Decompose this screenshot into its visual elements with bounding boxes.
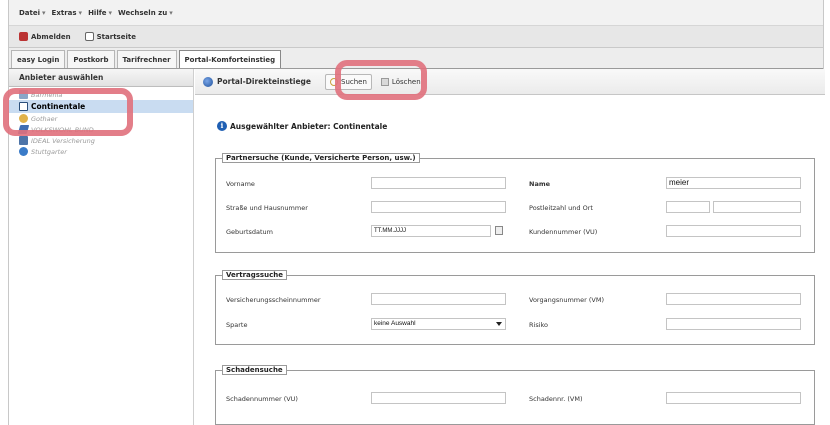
- selected-provider-text: Ausgewählter Anbieter: Continentale: [230, 121, 388, 131]
- schadennummer-vm-label: Schadennr. (VM): [529, 395, 583, 403]
- home-icon: [84, 32, 94, 41]
- clear-label: Löschen: [391, 77, 421, 86]
- search-button[interactable]: Suchen: [325, 73, 372, 90]
- sidebar-item-ideal[interactable]: IDEAL Versicherung: [9, 135, 193, 146]
- partner-search-section: Partnersuche (Kunde, Versicherte Person,…: [215, 153, 815, 253]
- tab-easy-login[interactable]: easy Login: [11, 50, 66, 68]
- search-form: i Ausgewählter Anbieter: Continentale Pa…: [195, 95, 825, 425]
- name-input[interactable]: meier: [666, 177, 801, 189]
- schadennummer-vm-input[interactable]: [666, 392, 801, 404]
- sparte-selected-value: keine Auswahl: [374, 320, 416, 327]
- strasse-input[interactable]: [371, 201, 506, 213]
- sidebar-item-label: Gothaer: [31, 114, 58, 123]
- main-panel: Portal-Direkteinstiege Suchen Löschen i …: [195, 69, 825, 425]
- schadennummer-vu-label: Schadennummer (VU): [226, 395, 298, 403]
- sidebar-item-stuttgarter[interactable]: Stuttgarter: [9, 146, 193, 157]
- versicherungsscheinnummer-label: Versicherungsscheinnummer: [226, 296, 321, 304]
- tab-tarifrechner[interactable]: Tarifrechner: [116, 50, 177, 68]
- volkswohl-icon: [17, 125, 30, 134]
- sidebar-item-gothaer[interactable]: Gothaer: [9, 113, 193, 124]
- menu-extras[interactable]: Extras ▾: [52, 9, 83, 17]
- tab-bar: easy Login Postkorb Tarifrechner Portal-…: [9, 48, 823, 69]
- calendar-icon[interactable]: [495, 226, 503, 235]
- provider-list: Barmenia Continentale Gothaer VOLKSWOHL …: [9, 87, 193, 157]
- gothaer-icon: [19, 114, 28, 123]
- sidebar-item-label: VOLKSWOHL BUND: [31, 125, 94, 134]
- home-label: Startseite: [96, 32, 136, 41]
- plz-input[interactable]: [666, 201, 710, 213]
- menu-bar: Datei ▾ Extras ▾ Hilfe ▾ Wechseln zu ▾: [9, 0, 823, 26]
- stuttgarter-icon: [19, 147, 28, 156]
- claim-search-section: Schadensuche Schadennummer (VU) Schadenn…: [215, 365, 815, 425]
- logout-icon: [19, 32, 28, 41]
- sidebar-header: Anbieter auswählen: [9, 69, 193, 87]
- ideal-icon: [19, 136, 28, 145]
- panel-title: Portal-Direkteinstiege: [203, 76, 311, 87]
- globe-icon: [203, 76, 213, 87]
- claim-search-legend: Schadensuche: [222, 365, 287, 375]
- geburtsdatum-input[interactable]: TT.MM.JJJJ: [371, 225, 491, 237]
- info-icon: i: [217, 121, 227, 131]
- sidebar-item-barmenia[interactable]: Barmenia: [9, 89, 193, 100]
- panel-toolbar: Portal-Direkteinstiege Suchen Löschen: [195, 69, 825, 95]
- search-icon: [330, 77, 338, 86]
- contract-search-section: Vertragssuche Versicherungsscheinnummer …: [215, 270, 815, 345]
- ort-input[interactable]: [713, 201, 801, 213]
- partner-search-legend: Partnersuche (Kunde, Versicherte Person,…: [222, 153, 420, 163]
- vorname-label: Vorname: [226, 180, 255, 188]
- sidebar-item-volkswohl-bund[interactable]: VOLKSWOHL BUND: [9, 124, 193, 135]
- geburtsdatum-label: Geburtsdatum: [226, 228, 273, 236]
- sidebar-item-continentale[interactable]: Continentale: [9, 100, 193, 113]
- strasse-label: Straße und Hausnummer: [226, 204, 308, 212]
- kundennummer-input[interactable]: [666, 225, 801, 237]
- tab-portal-komforteinstieg[interactable]: Portal-Komforteinstieg: [178, 50, 282, 68]
- menu-wechseln-zu[interactable]: Wechseln zu ▾: [118, 9, 173, 17]
- continentale-icon: [19, 102, 28, 111]
- provider-sidebar: Anbieter auswählen Barmenia Continentale…: [9, 69, 194, 425]
- barmenia-icon: [19, 90, 28, 99]
- vorgangsnummer-input[interactable]: [666, 293, 801, 305]
- home-button[interactable]: Startseite: [84, 32, 136, 41]
- plz-ort-label: Postleitzahl und Ort: [529, 204, 593, 212]
- vorgangsnummer-label: Vorgangsnummer (VM): [529, 296, 604, 304]
- schadennummer-vu-input[interactable]: [371, 392, 506, 404]
- versicherungsscheinnummer-input[interactable]: [371, 293, 506, 305]
- sidebar-item-label: Barmenia: [31, 90, 63, 99]
- contract-search-legend: Vertragssuche: [222, 270, 287, 280]
- sidebar-item-label: Continentale: [31, 102, 86, 111]
- sparte-select[interactable]: keine Auswahl: [371, 318, 506, 330]
- sparte-label: Sparte: [226, 321, 248, 329]
- panel-title-label: Portal-Direkteinstiege: [217, 77, 311, 86]
- main-toolbar: Abmelden Startseite: [9, 26, 823, 48]
- menu-datei[interactable]: Datei ▾: [19, 9, 46, 17]
- arrow-down-icon: [496, 322, 502, 326]
- sidebar-item-label: IDEAL Versicherung: [31, 136, 95, 145]
- logout-label: Abmelden: [31, 32, 71, 41]
- sidebar-item-label: Stuttgarter: [31, 147, 67, 156]
- logout-button[interactable]: Abmelden: [19, 32, 71, 41]
- kundennummer-label: Kundennummer (VU): [529, 228, 598, 236]
- vorname-input[interactable]: [371, 177, 506, 189]
- clear-icon: [380, 77, 389, 86]
- clear-button[interactable]: Löschen: [376, 74, 426, 90]
- tab-postkorb[interactable]: Postkorb: [67, 50, 115, 68]
- search-label: Suchen: [341, 77, 367, 86]
- risiko-label: Risiko: [529, 321, 549, 329]
- app-window: Datei ▾ Extras ▾ Hilfe ▾ Wechseln zu ▾ Abmel…: [3, 0, 825, 425]
- risiko-input[interactable]: [666, 318, 801, 330]
- menu-hilfe[interactable]: Hilfe ▾: [88, 9, 112, 17]
- name-label: Name: [529, 180, 551, 188]
- selected-provider-info: i Ausgewählter Anbieter: Continentale: [217, 121, 387, 131]
